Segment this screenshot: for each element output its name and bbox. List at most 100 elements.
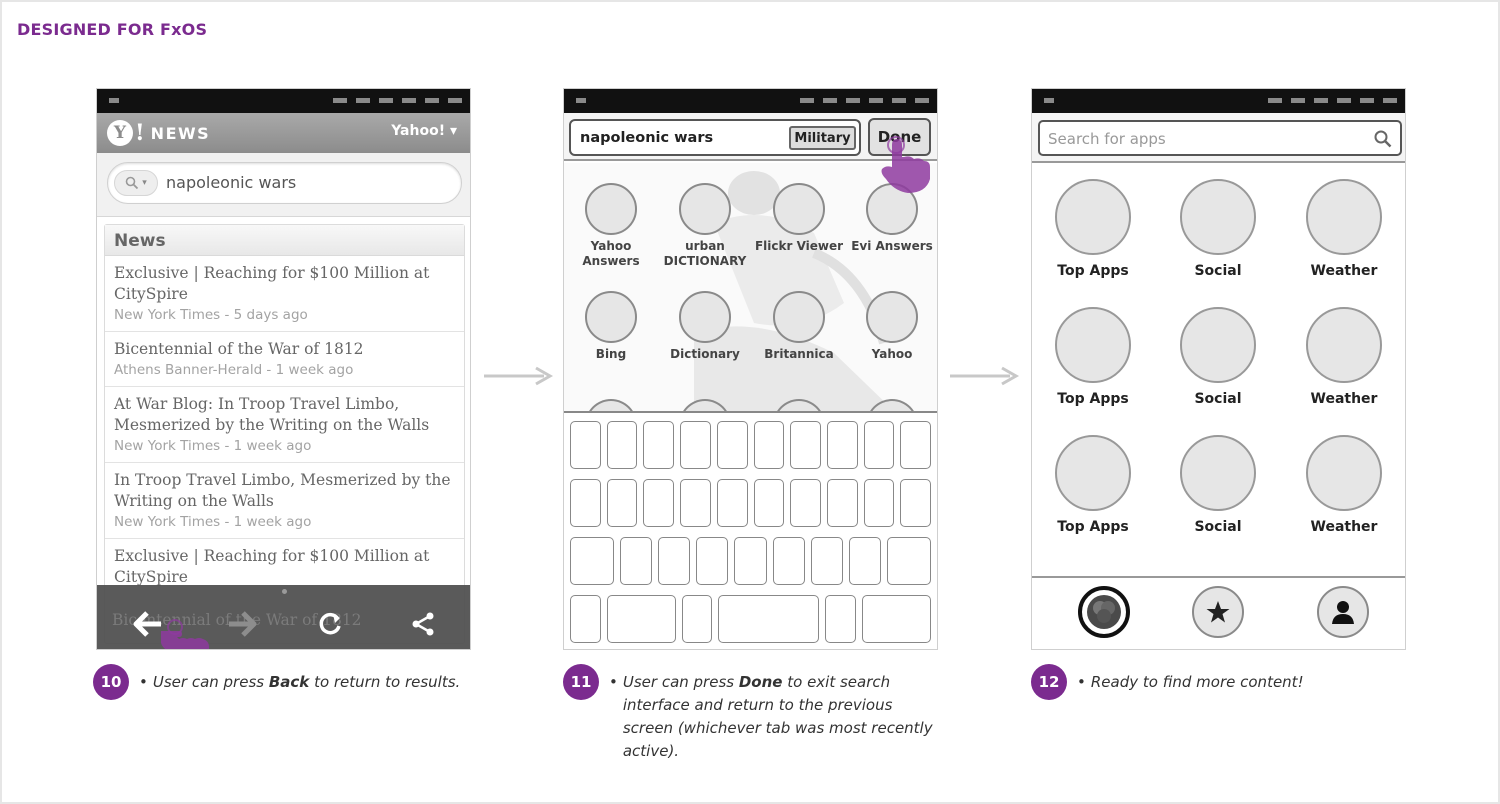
key[interactable] — [810, 537, 843, 585]
news-item[interactable]: Bicentennial of the War of 1812 Athens B… — [105, 332, 464, 387]
tap-hand-icon — [157, 611, 213, 649]
app-tile[interactable]: Dictionary — [658, 291, 752, 362]
search-input-value: napoleonic wars — [166, 173, 297, 192]
phone-news-results: Y! NEWS Yahoo! ▾ ▾ napoleonic wars News E… — [96, 88, 471, 650]
news-item[interactable]: Exclusive | Reaching for $100 Million at… — [105, 256, 464, 332]
person-icon[interactable] — [1317, 586, 1369, 638]
space-key[interactable] — [718, 595, 820, 643]
step-description: • User can press Back to return to resul… — [139, 673, 461, 691]
app-header: Y! NEWS Yahoo! ▾ — [97, 113, 470, 153]
key[interactable] — [848, 537, 881, 585]
keyboard-row — [570, 537, 932, 585]
app-tile[interactable]: Social — [1163, 435, 1273, 535]
key[interactable] — [826, 479, 858, 527]
tap-hand-icon — [874, 133, 934, 201]
app-tile[interactable]: Britannica — [752, 291, 846, 362]
phone-search-interface: napoleonic wars Military Done Yahoo Answ… — [563, 88, 938, 650]
status-bar — [564, 89, 937, 113]
share-icon[interactable] — [406, 607, 440, 641]
app-tile[interactable]: Flickr Viewer — [752, 183, 846, 254]
key[interactable] — [570, 479, 601, 527]
app-tile[interactable]: Weather — [1289, 179, 1399, 279]
key[interactable] — [680, 421, 711, 469]
search-input[interactable]: ▾ napoleonic wars — [107, 162, 462, 204]
key[interactable] — [863, 421, 895, 469]
star-icon[interactable] — [1192, 586, 1244, 638]
key[interactable] — [900, 479, 932, 527]
yahoo-news-logo: Y! NEWS — [107, 119, 210, 147]
enter-key[interactable] — [861, 595, 931, 643]
key[interactable] — [900, 421, 932, 469]
step-description: • Ready to find more content! — [1077, 673, 1304, 691]
key[interactable] — [620, 537, 653, 585]
app-tile[interactable]: Yahoo — [845, 291, 937, 362]
search-input[interactable]: napoleonic wars Military — [569, 119, 861, 156]
key[interactable] — [790, 479, 821, 527]
key[interactable] — [658, 537, 691, 585]
search-bar: Search for apps — [1032, 113, 1405, 163]
search-icon[interactable]: ▾ — [114, 170, 158, 196]
step-number-badge: 12 — [1031, 664, 1067, 700]
search-area: ▾ napoleonic wars — [97, 153, 470, 217]
status-bar — [1032, 89, 1405, 113]
reload-icon[interactable] — [313, 607, 347, 641]
key[interactable] — [606, 595, 676, 643]
key[interactable] — [696, 537, 729, 585]
backspace-key[interactable] — [886, 537, 932, 585]
app-tile[interactable]: Top Apps — [1038, 307, 1148, 407]
shift-key[interactable] — [570, 537, 615, 585]
key[interactable] — [825, 595, 856, 643]
key[interactable] — [734, 537, 767, 585]
keyboard — [564, 411, 937, 649]
app-tile[interactable]: Social — [1163, 307, 1273, 407]
key[interactable] — [790, 421, 821, 469]
key[interactable] — [863, 479, 895, 527]
key[interactable] — [570, 421, 601, 469]
region-dropdown[interactable]: Yahoo! ▾ — [391, 123, 457, 139]
keyboard-row — [570, 595, 931, 643]
forward-icon[interactable] — [225, 607, 259, 641]
page-indicator-dot — [282, 589, 287, 594]
key[interactable] — [643, 479, 675, 527]
key[interactable] — [772, 537, 805, 585]
step-description: • User can press Done to exit search int… — [609, 673, 933, 760]
apps-icon[interactable] — [1078, 586, 1130, 638]
key[interactable] — [716, 479, 748, 527]
news-item[interactable]: At War Blog: In Troop Travel Limbo, Mesm… — [105, 387, 464, 463]
search-input-value: napoleonic wars — [580, 130, 714, 146]
news-list: News Exclusive | Reaching for $100 Milli… — [104, 224, 465, 644]
page-title: DESIGNED FOR FxOS — [17, 20, 208, 39]
status-bar — [97, 89, 470, 113]
app-tile[interactable]: Top Apps — [1038, 435, 1148, 535]
key[interactable] — [753, 421, 785, 469]
key[interactable] — [681, 595, 713, 643]
step-caption: 10 • User can press Back to return to re… — [93, 664, 460, 700]
key[interactable] — [606, 421, 638, 469]
step-number-badge: 11 — [563, 664, 599, 700]
browser-toolbar: Bicentennial of the War of 1812 — [97, 585, 470, 649]
key[interactable] — [643, 421, 675, 469]
phone-app-home: Search for apps Top Apps Social Weather … — [1031, 88, 1406, 650]
app-tile[interactable]: Weather — [1289, 307, 1399, 407]
app-tile[interactable]: Top Apps — [1038, 179, 1148, 279]
search-input[interactable]: Search for apps — [1038, 120, 1402, 156]
key[interactable] — [606, 479, 638, 527]
app-tile[interactable]: Bing — [564, 291, 658, 362]
app-tile[interactable]: Yahoo Answers — [564, 183, 658, 269]
key[interactable] — [826, 421, 858, 469]
app-tile[interactable]: urban DICTIONARY — [658, 183, 752, 269]
keyboard-row — [570, 421, 932, 469]
step-number-badge: 10 — [93, 664, 129, 700]
app-tile[interactable]: Weather — [1289, 435, 1399, 535]
key[interactable] — [680, 479, 711, 527]
filter-chip[interactable]: Military — [789, 126, 856, 150]
app-tile[interactable]: Social — [1163, 179, 1273, 279]
key[interactable] — [570, 595, 601, 643]
news-item[interactable]: In Troop Travel Limbo, Mesmerized by the… — [105, 463, 464, 539]
search-icon[interactable] — [1374, 130, 1392, 148]
news-list-header: News — [105, 225, 464, 256]
key[interactable] — [753, 479, 785, 527]
flow-arrow-icon — [950, 366, 1020, 386]
key[interactable] — [716, 421, 748, 469]
step-caption: 11 • User can press Done to exit search … — [563, 664, 939, 763]
